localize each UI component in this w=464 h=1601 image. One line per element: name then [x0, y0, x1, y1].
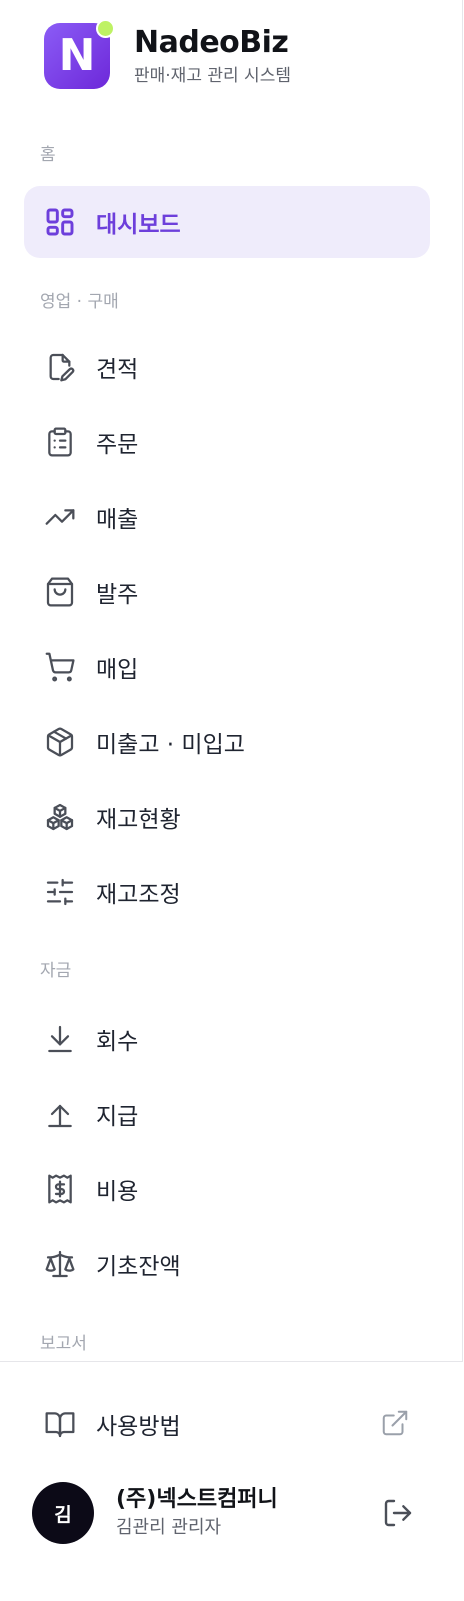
dashboard-grid-icon — [44, 206, 76, 238]
trending-up-icon — [44, 501, 76, 533]
section-label-funds: 자금 — [40, 961, 72, 981]
nav-label-opening-balance: 기초잔액 — [96, 1254, 181, 1280]
brand-subtitle: 판매·재고 관리 시스템 — [134, 65, 291, 86]
nav-label-payment: 지급 — [96, 1104, 139, 1130]
brand[interactable]: N NadeoBiz 판매·재고 관리 시스템 — [44, 19, 291, 89]
user-company: (주)넥스트컴퍼니 — [116, 1487, 278, 1512]
logout-icon[interactable] — [382, 1497, 414, 1529]
boxes-icon — [44, 801, 76, 833]
book-open-icon — [44, 1408, 76, 1440]
logo-letter: N — [58, 30, 96, 81]
nav-item-quote[interactable]: 견적 — [24, 331, 430, 403]
nav-item-pending[interactable]: 미출고 · 미입고 — [24, 706, 430, 778]
nav-label-pending: 미출고 · 미입고 — [96, 732, 245, 758]
nav-label-collection: 회수 — [96, 1029, 139, 1055]
document-edit-icon — [44, 351, 76, 383]
sliders-icon — [44, 876, 76, 908]
nav-label-order: 주문 — [96, 432, 139, 458]
nav-item-inventory-status[interactable]: 재고현황 — [24, 781, 430, 853]
nav-item-purchase[interactable]: 매입 — [24, 631, 430, 703]
arrow-down-to-line-icon — [44, 1023, 76, 1055]
external-link-icon — [380, 1408, 410, 1438]
user-profile[interactable]: 김 (주)넥스트컴퍼니 김관리 관리자 — [32, 1480, 422, 1546]
nav-item-payment[interactable]: 지급 — [24, 1078, 430, 1150]
brand-text: NadeoBiz 판매·재고 관리 시스템 — [134, 24, 291, 87]
shopping-cart-icon — [44, 651, 76, 683]
receipt-dollar-icon — [44, 1173, 76, 1205]
nav-item-sales[interactable]: 매출 — [24, 481, 430, 553]
nav-item-dashboard[interactable]: 대시보드 — [24, 186, 430, 258]
nav-item-collection[interactable]: 회수 — [24, 1003, 430, 1075]
section-label-sales-purchase: 영업 · 구매 — [40, 292, 119, 312]
clipboard-list-icon — [44, 426, 76, 458]
nav-label-sales: 매출 — [96, 507, 139, 533]
scale-icon — [44, 1248, 76, 1280]
brand-logo: N — [44, 19, 115, 89]
avatar: 김 — [32, 1482, 94, 1544]
nav-label-quote: 견적 — [96, 357, 139, 383]
section-label-reports: 보고서 — [40, 1334, 87, 1354]
nav-item-inventory-adjust[interactable]: 재고조정 — [24, 856, 430, 928]
nav-label-expense: 비용 — [96, 1179, 139, 1205]
sidebar: N NadeoBiz 판매·재고 관리 시스템 홈 대시보드 영업 · 구매 견… — [0, 0, 463, 1601]
nav-label-inventory-adjust: 재고조정 — [96, 882, 181, 908]
brand-name: NadeoBiz — [134, 24, 289, 60]
user-name-role: 김관리 관리자 — [116, 1517, 222, 1538]
arrow-up-from-line-icon — [44, 1098, 76, 1130]
nav-item-expense[interactable]: 비용 — [24, 1153, 430, 1225]
shopping-bag-icon — [44, 576, 76, 608]
section-label-home: 홈 — [40, 145, 56, 165]
nav-item-order[interactable]: 주문 — [24, 406, 430, 478]
user-text: (주)넥스트컴퍼니 김관리 관리자 — [116, 1486, 278, 1540]
nav-label-purchase-order: 발주 — [96, 582, 139, 608]
nav-label-dashboard: 대시보드 — [96, 212, 181, 238]
nav-item-purchase-order[interactable]: 발주 — [24, 556, 430, 628]
nav-label-help: 사용방법 — [96, 1414, 181, 1440]
nav-label-inventory-status: 재고현황 — [96, 807, 181, 833]
package-icon — [44, 726, 76, 758]
nav-item-help[interactable]: 사용방법 — [24, 1388, 430, 1460]
sidebar-footer: 사용방법 김 (주)넥스트컴퍼니 김관리 관리자 — [0, 1361, 463, 1601]
logo-status-dot — [96, 19, 115, 38]
nav-item-opening-balance[interactable]: 기초잔액 — [24, 1228, 430, 1300]
nav-label-purchase: 매입 — [96, 657, 139, 683]
